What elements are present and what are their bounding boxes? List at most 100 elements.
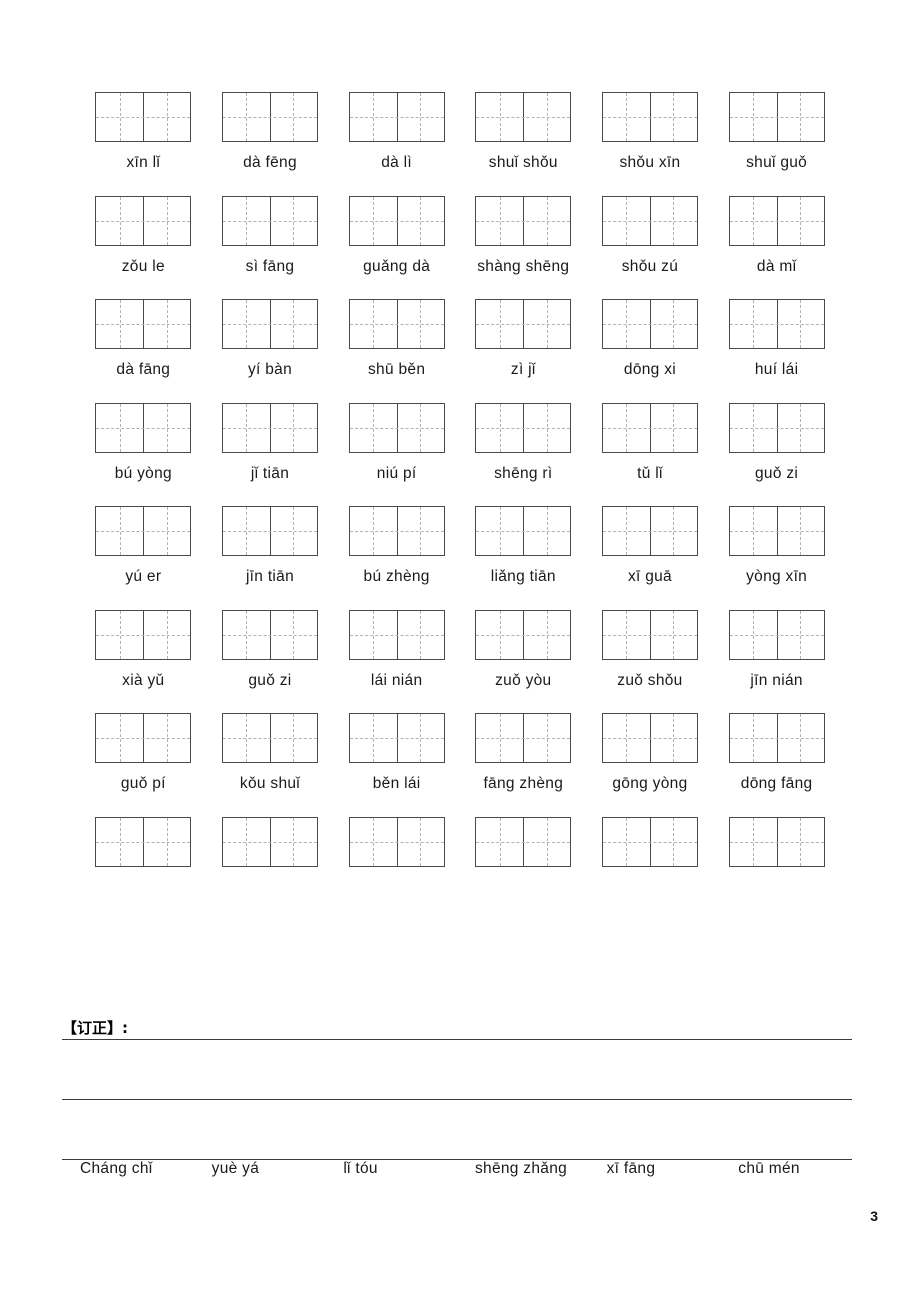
grid-cell[interactable] xyxy=(207,609,334,660)
tianzige-box[interactable] xyxy=(348,609,445,660)
grid-cell[interactable] xyxy=(333,506,460,556)
tianzige-box[interactable] xyxy=(348,713,445,763)
tianzige-box[interactable] xyxy=(221,713,318,763)
tianzige-box[interactable] xyxy=(348,299,445,349)
dashed-horizontal-guide xyxy=(476,117,571,118)
grid-cell[interactable] xyxy=(713,609,840,660)
grid-cell[interactable] xyxy=(333,299,460,349)
tianzige-box[interactable] xyxy=(601,195,698,246)
tianzige-box[interactable] xyxy=(348,816,445,867)
correction-blank-line-3[interactable] xyxy=(62,1100,852,1160)
tianzige-box[interactable] xyxy=(348,195,445,246)
grid-cell[interactable] xyxy=(587,195,714,246)
tianzige-box[interactable] xyxy=(95,402,192,453)
grid-cell[interactable] xyxy=(80,609,207,660)
grid-cell[interactable] xyxy=(460,92,587,142)
tianzige-box[interactable] xyxy=(475,402,572,453)
tianzige-box[interactable] xyxy=(221,506,318,556)
grid-cell[interactable] xyxy=(460,402,587,453)
tianzige-box[interactable] xyxy=(601,402,698,453)
grid-cell[interactable] xyxy=(713,92,840,142)
grid-cell[interactable] xyxy=(587,402,714,453)
grid-cell[interactable] xyxy=(460,816,587,867)
tianzige-box[interactable] xyxy=(601,713,698,763)
grid-cell[interactable] xyxy=(460,506,587,556)
grid-cell[interactable] xyxy=(587,609,714,660)
tianzige-box[interactable] xyxy=(728,299,825,349)
grid-cell[interactable] xyxy=(207,713,334,763)
tianzige-box[interactable] xyxy=(728,713,825,763)
grid-cell[interactable] xyxy=(460,195,587,246)
tianzige-box[interactable] xyxy=(221,609,318,660)
tianzige-box[interactable] xyxy=(728,816,825,867)
grid-cell[interactable] xyxy=(207,816,334,867)
grid-cell[interactable] xyxy=(587,816,714,867)
grid-cell[interactable] xyxy=(460,299,587,349)
grid-cell[interactable] xyxy=(333,195,460,246)
grid-cell[interactable] xyxy=(80,713,207,763)
tianzige-box[interactable] xyxy=(475,195,572,246)
grid-cell[interactable] xyxy=(207,299,334,349)
tianzige-box[interactable] xyxy=(221,402,318,453)
tianzige-box[interactable] xyxy=(475,506,572,556)
label-cell: xià yǔ xyxy=(80,660,207,689)
tianzige-box[interactable] xyxy=(348,92,445,142)
grid-cell[interactable] xyxy=(460,713,587,763)
tianzige-box[interactable] xyxy=(728,609,825,660)
tianzige-box[interactable] xyxy=(475,609,572,660)
tianzige-box[interactable] xyxy=(95,713,192,763)
grid-cell[interactable] xyxy=(80,195,207,246)
grid-cell[interactable] xyxy=(333,816,460,867)
tianzige-box[interactable] xyxy=(95,609,192,660)
tianzige-box[interactable] xyxy=(475,713,572,763)
grid-cell[interactable] xyxy=(713,195,840,246)
tianzige-box[interactable] xyxy=(601,92,698,142)
tianzige-box[interactable] xyxy=(95,816,192,867)
grid-cell[interactable] xyxy=(207,402,334,453)
tianzige-box[interactable] xyxy=(601,816,698,867)
tianzige-box[interactable] xyxy=(95,195,192,246)
tianzige-box[interactable] xyxy=(475,816,572,867)
grid-cell[interactable] xyxy=(80,402,207,453)
grid-cell[interactable] xyxy=(207,195,334,246)
grid-cell[interactable] xyxy=(80,506,207,556)
tianzige-box[interactable] xyxy=(601,506,698,556)
grid-cell[interactable] xyxy=(713,402,840,453)
grid-cell[interactable] xyxy=(80,92,207,142)
grid-cell[interactable] xyxy=(713,713,840,763)
grid-cell[interactable] xyxy=(713,506,840,556)
correction-blank-line-2[interactable] xyxy=(62,1040,852,1100)
grid-cell[interactable] xyxy=(587,299,714,349)
tianzige-box[interactable] xyxy=(475,299,572,349)
grid-cell[interactable] xyxy=(207,506,334,556)
tianzige-box[interactable] xyxy=(728,92,825,142)
grid-cell[interactable] xyxy=(333,402,460,453)
grid-cell[interactable] xyxy=(587,506,714,556)
grid-cell[interactable] xyxy=(460,609,587,660)
grid-cell[interactable] xyxy=(333,609,460,660)
grid-cell[interactable] xyxy=(713,816,840,867)
tianzige-box[interactable] xyxy=(221,816,318,867)
grid-cell[interactable] xyxy=(80,299,207,349)
tianzige-box[interactable] xyxy=(95,299,192,349)
grid-cell[interactable] xyxy=(80,816,207,867)
grid-cell[interactable] xyxy=(713,299,840,349)
tianzige-box[interactable] xyxy=(728,402,825,453)
tianzige-box[interactable] xyxy=(348,402,445,453)
tianzige-box[interactable] xyxy=(95,506,192,556)
tianzige-box[interactable] xyxy=(348,506,445,556)
tianzige-box[interactable] xyxy=(475,92,572,142)
tianzige-box[interactable] xyxy=(728,506,825,556)
tianzige-box[interactable] xyxy=(221,299,318,349)
grid-cell[interactable] xyxy=(333,713,460,763)
grid-cell[interactable] xyxy=(587,713,714,763)
tianzige-box[interactable] xyxy=(601,299,698,349)
tianzige-box[interactable] xyxy=(221,92,318,142)
tianzige-box[interactable] xyxy=(95,92,192,142)
grid-cell[interactable] xyxy=(207,92,334,142)
grid-cell[interactable] xyxy=(587,92,714,142)
grid-cell[interactable] xyxy=(333,92,460,142)
tianzige-box[interactable] xyxy=(728,195,825,246)
tianzige-box[interactable] xyxy=(221,195,318,246)
tianzige-box[interactable] xyxy=(601,609,698,660)
